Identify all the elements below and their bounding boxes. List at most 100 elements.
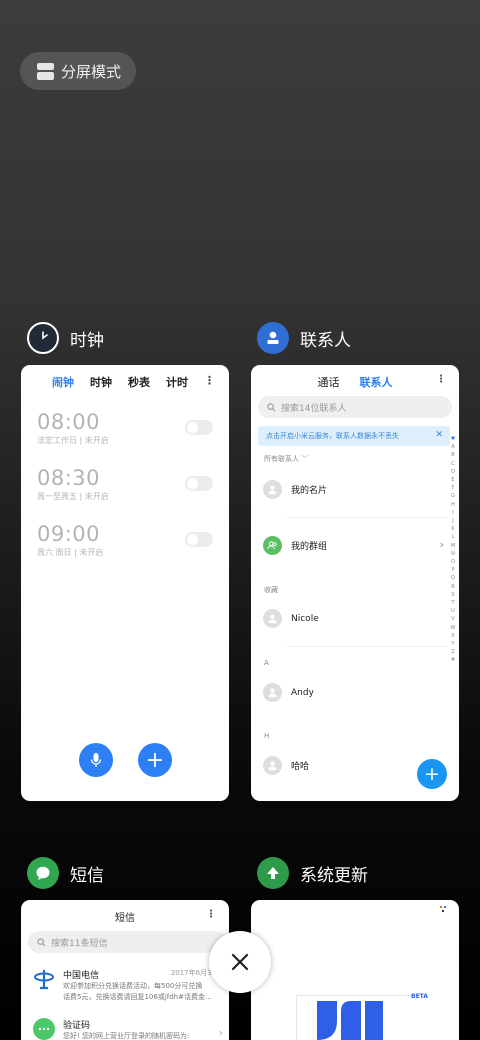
alphabet-index-letter[interactable]: B <box>451 451 454 459</box>
section-letter: A <box>264 659 269 667</box>
alarm-subtitle: 法定工作日 | 未开启 <box>37 436 109 445</box>
contact-item[interactable]: Nicole <box>263 609 319 628</box>
alarm-toggle[interactable] <box>185 476 213 491</box>
avatar <box>263 683 282 702</box>
banner-text: 点击开启小米云服务，联系人数据永不丢失 <box>266 432 399 440</box>
alphabet-index-letter[interactable]: C <box>451 460 455 468</box>
alphabet-index-letter[interactable]: O <box>451 558 455 566</box>
clock-app-card[interactable]: 闹钟 时钟 秒表 计时 ⋮ 08:00 法定工作日 | 未开启 08:30 周一… <box>21 365 229 801</box>
alphabet-index-letter[interactable]: H <box>451 501 455 509</box>
alphabet-index-letter[interactable]: # <box>451 656 455 664</box>
alphabet-index[interactable]: ♥ A B C D E F G H I J K L M N O P Q R S T U V W X Y Z # <box>449 435 457 665</box>
split-screen-icon <box>37 62 54 80</box>
tab-clock[interactable]: 时钟 <box>90 374 112 391</box>
clock-app-name: 时钟 <box>70 330 104 351</box>
add-alarm-button[interactable]: + <box>138 743 172 777</box>
cloud-service-banner[interactable]: 点击开启小米云服务，联系人数据永不丢失 ✕ <box>258 426 450 446</box>
more-menu-icon[interactable]: ⋮ <box>204 374 215 391</box>
close-icon <box>231 953 249 971</box>
contacts-app-icon <box>257 322 289 354</box>
add-contact-button[interactable]: + <box>417 759 447 789</box>
close-icon[interactable]: ✕ <box>435 430 443 440</box>
contact-name: Nicole <box>291 613 319 624</box>
beta-badge: BETA <box>411 993 428 1000</box>
split-screen-button[interactable]: 分屏模式 <box>20 52 136 90</box>
alphabet-index-letter[interactable]: R <box>451 583 454 591</box>
search-icon <box>267 402 276 411</box>
alarm-toggle[interactable] <box>185 420 213 435</box>
avatar <box>263 609 282 628</box>
alphabet-index-letter[interactable]: Y <box>451 640 454 648</box>
message-item[interactable]: 中国电信 2017年6月30日 欢迎参加积分兑换话费活动，每500分可兑换 话费… <box>33 968 223 1003</box>
section-letter: H <box>264 732 270 740</box>
contact-name: 我的群组 <box>291 542 328 552</box>
alarm-subtitle: 周一至周五 | 未开启 <box>37 492 109 501</box>
contacts-tabs: 通话 联系人 <box>251 365 459 393</box>
alphabet-index-letter[interactable]: E <box>451 476 454 484</box>
alphabet-index-letter[interactable]: N <box>451 550 455 558</box>
search-icon <box>37 937 46 946</box>
update-app-header[interactable]: 系统更新 <box>257 857 368 889</box>
voice-alarm-button[interactable] <box>79 743 113 777</box>
split-screen-label: 分屏模式 <box>61 62 122 81</box>
alphabet-index-letter[interactable]: Q <box>451 574 455 582</box>
messages-title: 短信 <box>115 913 135 924</box>
contacts-search-input[interactable]: 搜索14位联系人 <box>258 396 452 418</box>
system-update-app-icon <box>257 857 289 889</box>
contacts-app-card[interactable]: 通话 联系人 ⋮ 搜索14位联系人 点击开启小米云服务，联系人数据永不丢失 ✕ … <box>251 365 459 801</box>
messages-search-input[interactable]: 搜索11条短信 <box>28 931 226 953</box>
tab-contacts[interactable]: 联系人 <box>360 374 393 393</box>
my-card-item[interactable]: 我的名片 <box>263 480 327 499</box>
divider <box>296 995 414 996</box>
contact-item[interactable]: 哈哈 <box>263 756 309 775</box>
update-app-card[interactable]: BETA <box>251 900 459 1040</box>
tab-timer[interactable]: 计时 <box>166 374 188 391</box>
messages-app-name: 短信 <box>70 865 104 886</box>
message-sender: 验证码 <box>63 1021 91 1031</box>
clock-app-header[interactable]: 时钟 <box>27 322 104 354</box>
messages-app-header[interactable]: 短信 <box>27 857 104 889</box>
alphabet-index-letter[interactable]: W <box>451 624 456 632</box>
chevron-right-icon: › <box>439 538 444 551</box>
alphabet-index-letter[interactable]: U <box>451 607 455 615</box>
tab-stopwatch[interactable]: 秒表 <box>128 374 150 391</box>
message-snippet: 您好! 您的网上营业厅登录的随机密码为: <box>63 1032 190 1040</box>
alphabet-index-letter[interactable]: T <box>451 599 454 607</box>
tab-calls[interactable]: 通话 <box>318 374 340 393</box>
alphabet-index-letter[interactable]: ♥ <box>451 435 455 443</box>
my-groups-item[interactable]: 我的群组 <box>263 536 447 555</box>
alphabet-index-letter[interactable]: L <box>452 533 455 541</box>
update-app-name: 系统更新 <box>300 865 368 886</box>
alarm-toggle[interactable] <box>185 532 213 547</box>
alphabet-index-letter[interactable]: D <box>451 468 455 476</box>
contacts-app-name: 联系人 <box>300 330 351 351</box>
clear-all-button[interactable] <box>209 931 271 993</box>
message-sender: 中国电信 <box>63 971 100 981</box>
alphabet-index-letter[interactable]: G <box>451 492 455 500</box>
contact-name: 哈哈 <box>291 762 310 772</box>
alphabet-index-letter[interactable]: F <box>452 484 455 492</box>
messages-app-card[interactable]: 短信 ⋮ 搜索11条短信 中国电信 2017年6月30日 欢迎参加积分兑换话费活… <box>21 900 229 1040</box>
alphabet-index-letter[interactable]: M <box>451 542 455 550</box>
message-item[interactable]: 验证码 您好! 您的网上营业厅登录的随机密码为: › <box>33 1018 223 1040</box>
tab-alarm[interactable]: 闹钟 <box>52 374 74 391</box>
alphabet-index-letter[interactable]: V <box>451 615 454 623</box>
alphabet-index-letter[interactable]: J <box>452 517 453 525</box>
alphabet-index-letter[interactable]: X <box>451 632 454 640</box>
contact-item[interactable]: Andy <box>263 683 314 702</box>
more-menu-icon[interactable]: ⋮ <box>436 374 446 385</box>
chevron-right-icon: › <box>218 1026 223 1039</box>
contacts-app-header[interactable]: 联系人 <box>257 322 351 354</box>
miui-beta-logo-icon <box>317 1001 407 1040</box>
more-menu-icon[interactable] <box>440 906 446 915</box>
alphabet-index-letter[interactable]: A <box>451 443 454 451</box>
clock-tabs: 闹钟 时钟 秒表 计时 ⋮ <box>21 365 229 391</box>
alphabet-index-letter[interactable]: K <box>451 525 454 533</box>
alphabet-index-letter[interactable]: I <box>452 509 453 517</box>
plus-icon: + <box>145 747 165 773</box>
more-menu-icon[interactable]: ⋮ <box>206 909 216 920</box>
alphabet-index-letter[interactable]: S <box>451 591 454 599</box>
all-contacts-dropdown[interactable]: 所有联系人 ﹀ <box>264 454 308 464</box>
alphabet-index-letter[interactable]: P <box>451 566 454 574</box>
alphabet-index-letter[interactable]: Z <box>451 648 454 656</box>
